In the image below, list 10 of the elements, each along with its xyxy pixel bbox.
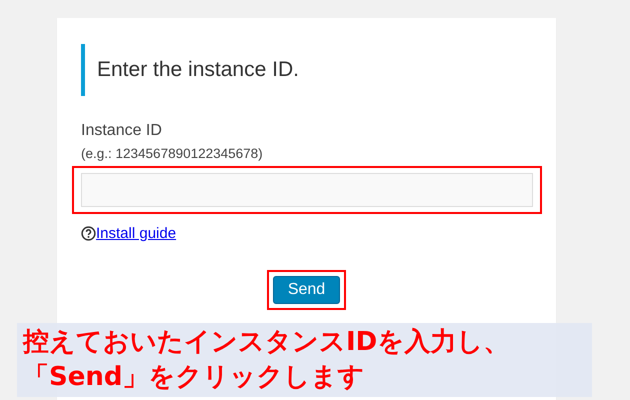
accent-bar <box>81 44 85 96</box>
help-icon <box>81 226 96 241</box>
install-guide-link[interactable]: Install guide <box>96 225 176 242</box>
send-button[interactable]: Send <box>272 276 340 304</box>
field-hint: (e.g.: 1234567890122345678) <box>81 146 264 161</box>
caption-text: 「Send」をクリックします <box>23 361 366 394</box>
caption-text: 控えておいたインスタンスIDを入力し、 <box>23 326 510 359</box>
field-label: Instance ID <box>81 122 163 140</box>
heading: Enter the instance ID. <box>97 58 299 82</box>
input-field[interactable] <box>81 173 533 207</box>
